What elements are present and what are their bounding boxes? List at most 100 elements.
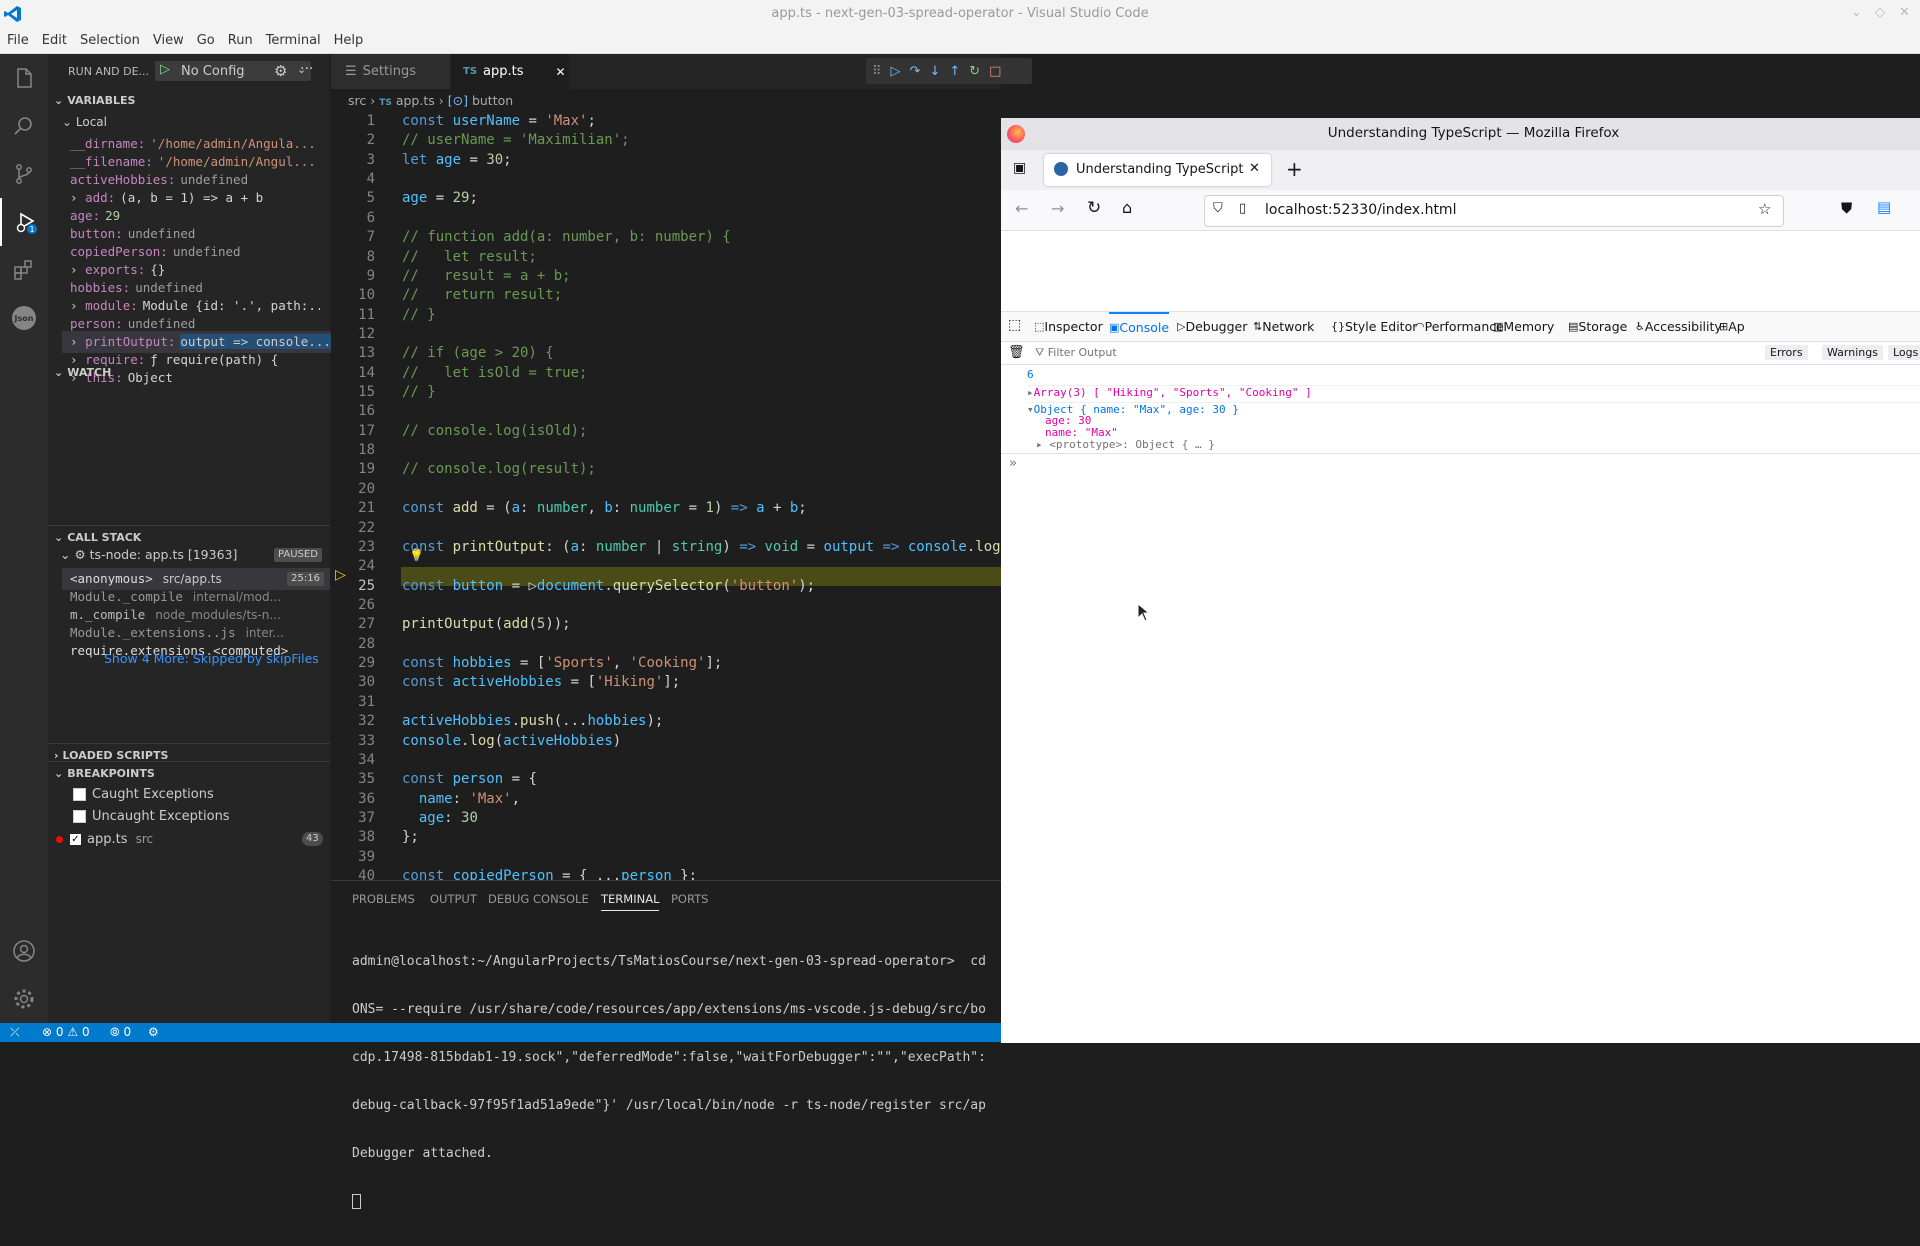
console-input-prompt[interactable]: » <box>1009 456 1017 471</box>
menu-edit[interactable]: Edit <box>35 28 73 48</box>
devtools-tab-storage[interactable]: ▤ Storage <box>1568 312 1627 340</box>
checkbox[interactable] <box>73 788 86 801</box>
breakpoint-app-ts[interactable]: ✓ app.ts src 43 <box>56 828 326 851</box>
panel-tab[interactable]: TERMINAL <box>601 892 660 911</box>
terminal-output[interactable]: admin@localhost:~/AngularProjects/TsMati… <box>352 922 997 1246</box>
save-icon[interactable]: ▤ <box>1877 198 1891 216</box>
devtools-tab-network[interactable]: ⇅ Network <box>1253 312 1314 340</box>
start-debug-icon[interactable]: ▷ <box>160 62 170 77</box>
devtools-tab-debugger[interactable]: ▷ Debugger <box>1177 312 1247 340</box>
tab-overview-icon[interactable]: ▣ <box>1013 160 1026 176</box>
step-over-icon[interactable]: ↷ <box>910 64 921 79</box>
console-array-row[interactable]: ▸Array(3) [ "Hiking", "Sports", "Cooking… <box>1027 385 1920 402</box>
json-icon[interactable]: Json <box>0 294 48 342</box>
url-bar[interactable]: ⛉ ▯ localhost:52330/index.html ☆ <box>1204 195 1784 227</box>
step-into-icon[interactable]: ↓ <box>929 64 940 79</box>
checkbox-checked[interactable]: ✓ <box>70 834 81 845</box>
gear-icon[interactable]: ⚙ <box>274 62 287 80</box>
chevron-right-icon[interactable]: › <box>70 298 85 313</box>
element-picker-icon[interactable]: ⬚ <box>1008 317 1021 333</box>
breakpoint-caught[interactable]: Caught Exceptions <box>73 784 214 806</box>
tab-app-ts[interactable]: TS app.ts ✕ <box>451 54 569 89</box>
panel-tab[interactable]: DEBUG CONSOLE <box>488 892 589 906</box>
source-control-icon[interactable] <box>0 150 48 198</box>
menu-file[interactable]: File <box>0 28 35 48</box>
chevron-right-icon[interactable]: › <box>70 262 85 277</box>
filter-warnings[interactable]: Warnings <box>1822 345 1883 360</box>
shield-icon[interactable]: ⛉ <box>1213 201 1223 216</box>
restart-icon[interactable]: ↻ <box>969 64 980 79</box>
panel-tab[interactable]: PROBLEMS <box>352 892 415 906</box>
explorer-icon[interactable] <box>0 54 48 102</box>
scope-local[interactable]: ⌄ Local <box>62 111 107 133</box>
breadcrumb-symbol[interactable]: button <box>472 93 513 108</box>
menu-go[interactable]: Go <box>190 28 221 48</box>
close-tab-icon[interactable]: ✕ <box>556 65 566 79</box>
filter-output-input[interactable]: ⛛ Filter Output <box>1035 346 1117 360</box>
back-icon[interactable]: ← <box>1015 199 1028 218</box>
ports-status[interactable]: ⦾ 0 <box>110 1025 131 1040</box>
breakpoint-uncaught[interactable]: Uncaught Exceptions <box>73 806 230 828</box>
checkbox[interactable] <box>73 810 86 823</box>
search-icon[interactable] <box>0 102 48 150</box>
account-icon[interactable] <box>0 927 48 975</box>
pocket-icon[interactable]: ⛊ <box>1841 199 1852 217</box>
menu-terminal[interactable]: Terminal <box>259 28 327 48</box>
minimize-icon[interactable]: ⌄ <box>1851 5 1862 20</box>
filter-errors[interactable]: Errors <box>1765 345 1808 360</box>
run-debug-icon[interactable]: 1 <box>0 198 50 246</box>
close-tab-icon[interactable]: ✕ <box>1249 161 1260 176</box>
panel-tab[interactable]: OUTPUT <box>430 892 477 906</box>
trash-icon[interactable]: 🗑 <box>1008 345 1025 360</box>
breakpoints-header[interactable]: ⌄ BREAKPOINTS <box>48 761 330 784</box>
bookmark-star-icon[interactable]: ☆ <box>1758 200 1771 218</box>
devtools-tab-console[interactable]: ▣ Console <box>1109 312 1170 340</box>
devtools-tab-memory[interactable]: ▥ Memory <box>1493 312 1554 340</box>
chevron-right-icon[interactable]: › <box>70 334 85 349</box>
menu-help[interactable]: Help <box>327 28 370 48</box>
breadcrumb-file[interactable]: app.ts <box>396 93 435 108</box>
page-content[interactable] <box>1001 231 1920 311</box>
thread-row[interactable]: ⌄ ⚙ ts-node: app.ts [19363] PAUSED <box>60 544 322 566</box>
stop-icon[interactable]: □ <box>989 64 1001 79</box>
more-actions-icon[interactable]: ··· <box>300 61 313 77</box>
maximize-icon[interactable]: ◇ <box>1875 5 1885 20</box>
console-prototype-row[interactable]: ▸ <prototype>: Object { … } <box>1036 438 1215 451</box>
breadcrumb-src[interactable]: src <box>348 93 366 108</box>
show-more-link[interactable]: Show 4 More: Skipped by skipFiles <box>104 651 319 666</box>
manage-gear-icon[interactable] <box>0 975 48 1023</box>
tab-settings[interactable]: ☰ Settings <box>331 54 450 89</box>
minimap[interactable] <box>886 89 986 880</box>
drag-handle-icon[interactable]: ⠿ <box>872 64 882 79</box>
devtools-tab-accessibility[interactable]: ♿ Accessibility <box>1635 312 1722 340</box>
debug-status-icon[interactable]: ⚙ <box>148 1025 159 1039</box>
devtools-tab-style-editor[interactable]: {} Style Editor <box>1331 312 1417 340</box>
reload-icon[interactable]: ↻ <box>1087 198 1101 218</box>
code-editor[interactable]: src › TS app.ts › [⊙] button ▷ 💡 1 const … <box>331 89 1001 903</box>
menu-selection[interactable]: Selection <box>73 28 146 48</box>
watch-header[interactable]: ⌄ WATCH <box>48 361 330 383</box>
step-out-icon[interactable]: ↑ <box>949 64 960 79</box>
devtools-tab-application[interactable]: ⊞ Ap <box>1719 312 1745 340</box>
console-object-row[interactable]: ▾Object { name: "Max", age: 30 } <box>1027 402 1920 416</box>
devtools-tab-inspector[interactable]: ⬚ Inspector <box>1034 312 1103 340</box>
chevron-right-icon[interactable]: › <box>70 190 85 205</box>
menu-view[interactable]: View <box>146 28 190 48</box>
forward-icon[interactable]: → <box>1051 199 1064 218</box>
continue-icon[interactable]: ▷ <box>891 64 901 79</box>
debug-config-select[interactable]: ▷ No Config ⌄ <box>155 61 311 81</box>
devtools-tab-performance[interactable]: ◠ Performance <box>1415 312 1504 340</box>
close-icon[interactable]: ✕ <box>1899 5 1910 20</box>
new-tab-icon[interactable]: + <box>1286 157 1303 181</box>
filter-logs[interactable]: Logs <box>1888 345 1920 360</box>
callstack-title: CALL STACK <box>67 530 142 544</box>
remote-icon[interactable]: ⤫ <box>10 1025 20 1040</box>
variables-header[interactable]: ⌄ VARIABLES <box>48 89 330 111</box>
frame-file: src/app.ts <box>162 572 222 586</box>
firefox-tab[interactable]: Understanding TypeScript ✕ <box>1044 154 1271 186</box>
menu-run[interactable]: Run <box>221 28 259 48</box>
home-icon[interactable]: ⌂ <box>1122 198 1132 217</box>
extensions-icon[interactable] <box>0 246 48 294</box>
panel-tab[interactable]: PORTS <box>671 892 708 906</box>
problems-status[interactable]: ⊗ 0 ⚠ 0 <box>42 1025 90 1039</box>
